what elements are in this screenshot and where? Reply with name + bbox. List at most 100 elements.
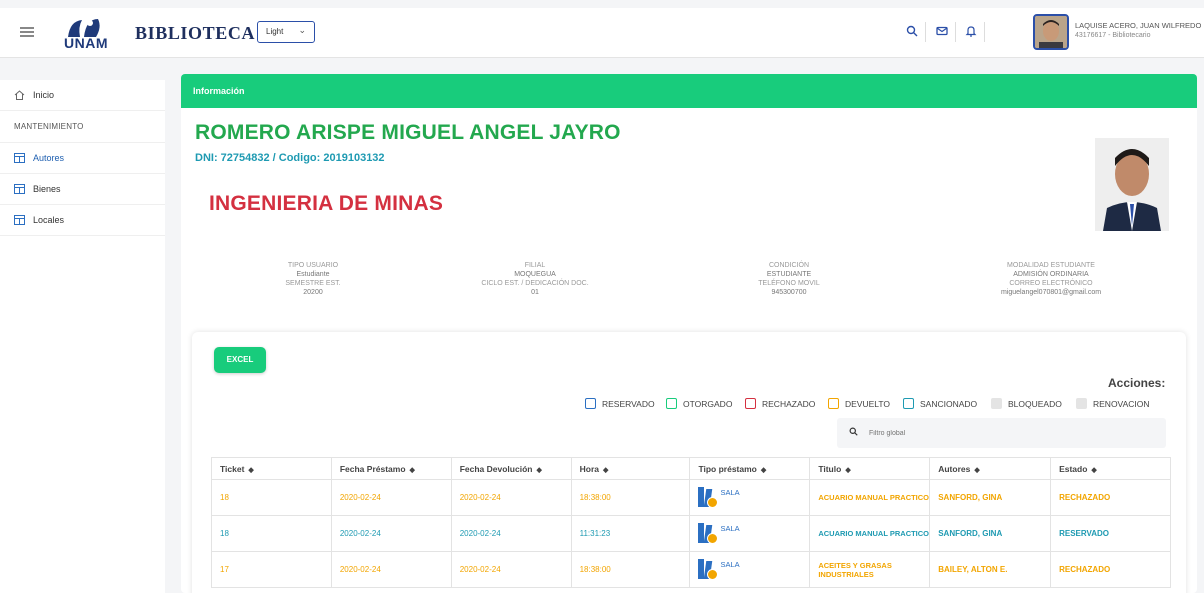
sidebar: Inicio MANTENIMIENTO Autores Bienes Loca… bbox=[0, 80, 165, 593]
table-row[interactable]: 18 2020-02-24 2020-02-24 18:38:00 SALA A… bbox=[211, 479, 1171, 516]
mail-icon[interactable] bbox=[935, 25, 949, 39]
cell-titulo: ACUARIO MANUAL PRACTICO bbox=[809, 515, 931, 552]
info-label: CICLO EST. / DEDICACIÓN DOC. bbox=[481, 280, 589, 287]
cell-autores: BAILEY, ALTON E. bbox=[929, 551, 1052, 588]
sort-icon: ◆ bbox=[602, 466, 609, 474]
brand-title: BIBLIOTECA bbox=[135, 23, 256, 43]
search-icon[interactable] bbox=[905, 25, 919, 39]
info-label: SEMESTRE EST. bbox=[285, 280, 341, 287]
table-icon bbox=[14, 153, 25, 163]
user-role: 43176617 - Bibliotecario bbox=[1075, 32, 1151, 39]
sidebar-item-inicio[interactable]: Inicio bbox=[0, 80, 165, 111]
cell-tipo: SALA bbox=[689, 515, 811, 552]
table-row[interactable]: 17 2020-02-24 2020-02-24 18:38:00 SALA A… bbox=[211, 551, 1171, 588]
books-clock-icon bbox=[698, 558, 719, 581]
legend-label: BLOQUEADO bbox=[1008, 398, 1062, 409]
sidebar-item-label: Autores bbox=[33, 153, 65, 163]
info-label: CONDICIÓN bbox=[768, 262, 810, 269]
legend-reservado[interactable]: RESERVADO bbox=[585, 398, 655, 409]
legend-otorgado[interactable]: OTORGADO bbox=[666, 398, 732, 409]
table-icon bbox=[14, 184, 25, 194]
column-header-estado[interactable]: Estado ◆ bbox=[1050, 457, 1171, 480]
cell-fecha-devolucion: 2020-02-24 bbox=[450, 515, 572, 552]
info-label: TIPO USUARIO bbox=[287, 262, 339, 269]
cell-fecha-devolucion: 2020-02-24 bbox=[450, 479, 572, 516]
user-name: LAQUISE ACERO, JUAN WILFREDO bbox=[1075, 21, 1202, 30]
column-header-fecha-devolucion[interactable]: Fecha Devolución ◆ bbox=[450, 457, 572, 480]
bell-icon[interactable] bbox=[964, 25, 978, 39]
column-header-autores[interactable]: Autores ◆ bbox=[929, 457, 1052, 480]
divider bbox=[925, 22, 926, 42]
checkbox-icon bbox=[1076, 398, 1087, 409]
books-clock-icon bbox=[698, 486, 719, 509]
global-filter-input[interactable] bbox=[869, 426, 1149, 440]
table-row[interactable]: 18 2020-02-24 2020-02-24 11:31:23 SALA A… bbox=[211, 515, 1171, 552]
sort-icon: ◆ bbox=[974, 466, 980, 474]
home-icon bbox=[14, 90, 25, 100]
cell-ticket: 18 bbox=[211, 515, 332, 552]
cell-fecha-prestamo: 2020-02-24 bbox=[330, 515, 452, 552]
info-value: 20200 bbox=[303, 289, 323, 296]
cell-titulo: ACUARIO MANUAL PRACTICO bbox=[809, 479, 931, 516]
acciones-label: Acciones: bbox=[1108, 376, 1166, 390]
divider bbox=[955, 22, 956, 42]
info-card: Información ROMERO ARISPE MIGUEL ANGEL J… bbox=[181, 74, 1197, 593]
cell-tipo: SALA bbox=[689, 551, 811, 588]
legend-label: RENOVACION bbox=[1093, 398, 1150, 409]
unam-logo: UNAM bbox=[58, 17, 114, 53]
info-label: TELÉFONO MOVIL bbox=[758, 280, 820, 287]
info-label: CORREO ELECTRÓNICO bbox=[1009, 280, 1093, 287]
legend-devuelto[interactable]: DEVUELTO bbox=[828, 398, 890, 409]
cell-estado: RESERVADO bbox=[1050, 515, 1171, 552]
info-filial: FILIAL MOQUEGUA CICLO EST. / DEDICACIÓN … bbox=[455, 261, 615, 297]
column-header-ticket[interactable]: Ticket ◆ bbox=[211, 457, 332, 480]
legend-label: RECHAZADO bbox=[762, 398, 816, 409]
legend-label: RESERVADO bbox=[602, 398, 655, 409]
avatar[interactable] bbox=[1033, 14, 1069, 50]
cell-autores: SANFORD, GINA bbox=[929, 479, 1052, 516]
legend-label: SANCIONADO bbox=[920, 398, 978, 409]
cell-hora: 18:38:00 bbox=[570, 551, 691, 588]
cell-hora: 11:31:23 bbox=[570, 515, 691, 552]
legend-label: DEVUELTO bbox=[845, 398, 891, 409]
excel-button[interactable]: EXCEL bbox=[214, 347, 266, 373]
sidebar-item-label: Inicio bbox=[33, 90, 55, 100]
table-icon bbox=[14, 215, 25, 225]
sidebar-item-autores[interactable]: Autores bbox=[0, 143, 165, 174]
info-value: ADMISIÓN ORDINARIA bbox=[1013, 271, 1089, 278]
info-value: ESTUDIANTE bbox=[766, 271, 812, 278]
cell-fecha-devolucion: 2020-02-24 bbox=[450, 551, 572, 588]
legend-rechazado[interactable]: RECHAZADO bbox=[745, 398, 815, 409]
column-header-titulo[interactable]: Titulo ◆ bbox=[809, 457, 931, 480]
logo-text: UNAM bbox=[64, 35, 108, 51]
top-bar: UNAM BIBLIOTECA Light ⌄ LAQUISE ACERO, J… bbox=[0, 8, 1204, 58]
legend-sancionado[interactable]: SANCIONADO bbox=[903, 398, 977, 409]
divider bbox=[984, 22, 985, 42]
column-header-tipo-prestamo[interactable]: Tipo préstamo ◆ bbox=[689, 457, 811, 480]
theme-select[interactable]: Light ⌄ bbox=[257, 21, 315, 43]
sidebar-item-locales[interactable]: Locales bbox=[0, 205, 165, 236]
card-header: Información bbox=[181, 74, 1197, 108]
info-condicion: CONDICIÓN ESTUDIANTE TELÉFONO MOVIL 9453… bbox=[709, 261, 869, 297]
info-label: FILIAL bbox=[524, 262, 546, 269]
cell-tipo: SALA bbox=[689, 479, 811, 516]
legend-bloqueado[interactable]: BLOQUEADO bbox=[991, 398, 1062, 409]
info-modalidad: MODALIDAD ESTUDIANTE ADMISIÓN ORDINARIA … bbox=[971, 261, 1131, 297]
column-header-fecha-prestamo[interactable]: Fecha Préstamo ◆ bbox=[330, 457, 452, 480]
column-header-hora[interactable]: Hora ◆ bbox=[570, 457, 691, 480]
checkbox-icon bbox=[828, 398, 839, 409]
legend-renovacion[interactable]: RENOVACION bbox=[1076, 398, 1150, 409]
info-tipo-usuario: TIPO USUARIO Estudiante SEMESTRE EST. 20… bbox=[233, 261, 393, 297]
sidebar-item-bienes[interactable]: Bienes bbox=[0, 174, 165, 205]
sort-icon: ◆ bbox=[536, 466, 542, 474]
info-value: 945300700 bbox=[771, 289, 807, 296]
menu-icon[interactable] bbox=[20, 27, 34, 37]
sidebar-item-label: Bienes bbox=[33, 184, 61, 194]
student-photo bbox=[1095, 138, 1169, 231]
chevron-down-icon: ⌄ bbox=[298, 25, 306, 35]
theme-select-value: Light bbox=[266, 27, 284, 36]
sort-icon: ◆ bbox=[409, 466, 415, 474]
cell-titulo: ACEITES Y GRASAS INDUSTRIALES bbox=[809, 551, 931, 588]
info-value: MOQUEGUA bbox=[514, 271, 556, 278]
cell-fecha-prestamo: 2020-02-24 bbox=[330, 551, 452, 588]
